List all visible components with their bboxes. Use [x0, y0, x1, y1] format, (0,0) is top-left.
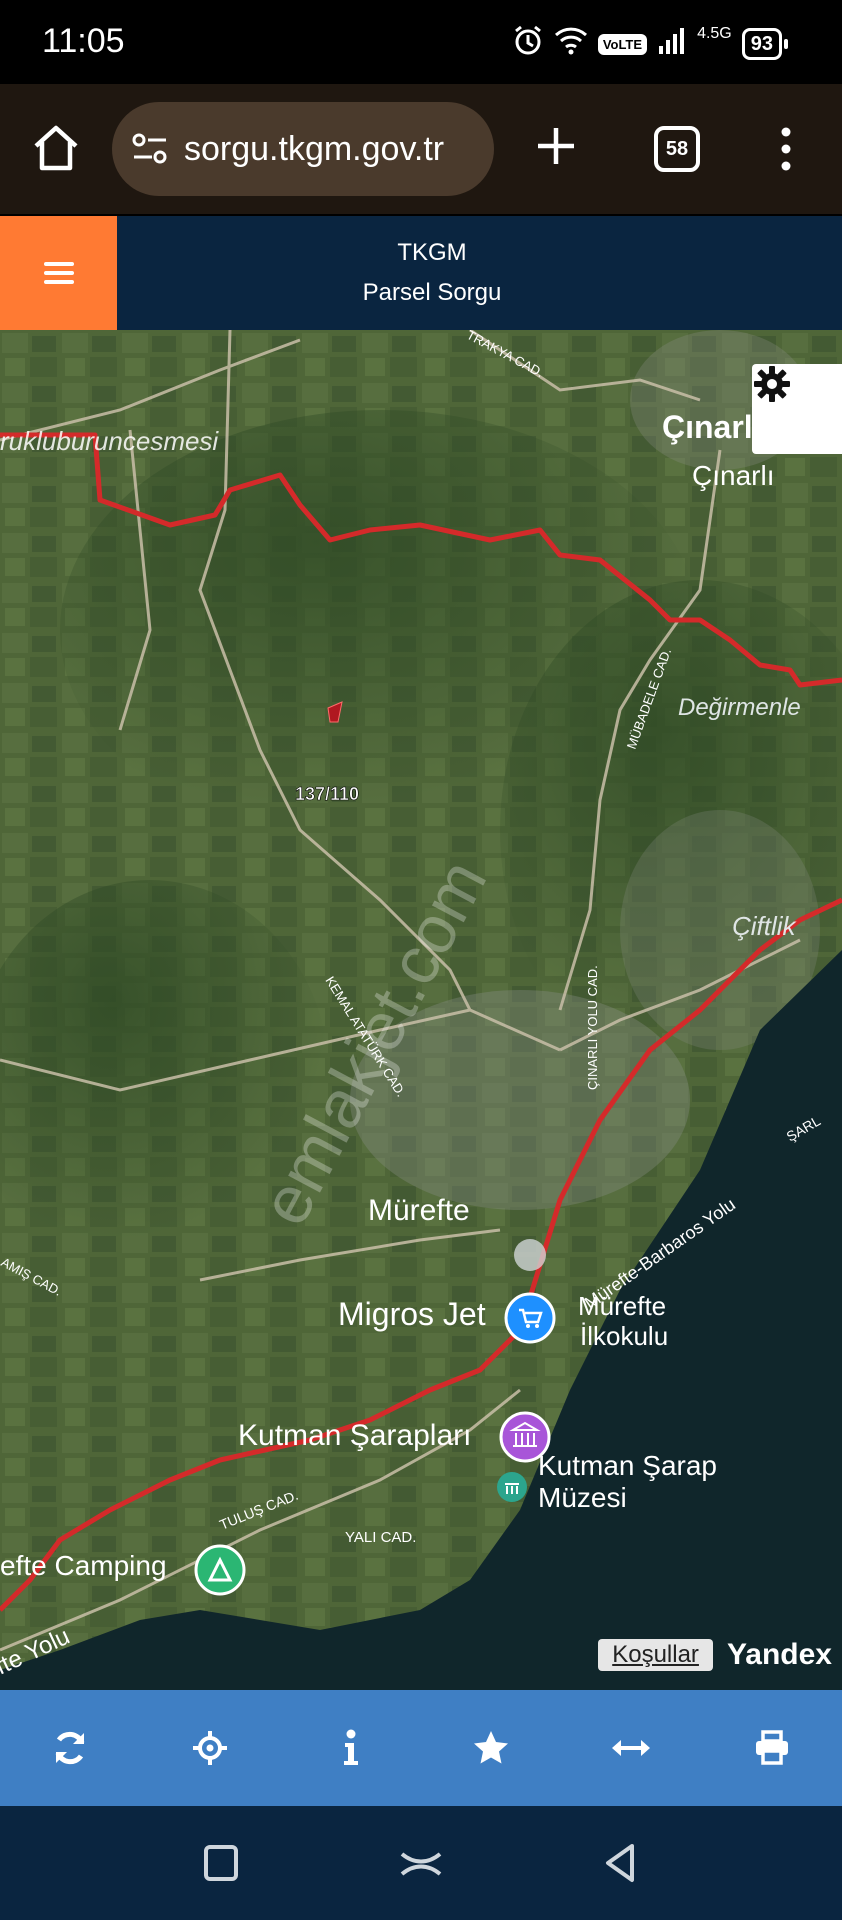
label-murefte: Mürefte — [368, 1194, 470, 1227]
label-ilkokulu-2: İlkokulu — [580, 1321, 668, 1351]
app-title: TKGM Parsel Sorgu — [117, 216, 747, 330]
back-icon[interactable] — [596, 1838, 646, 1888]
poi-camping-pin[interactable] — [194, 1544, 246, 1596]
alarm-icon — [512, 24, 544, 64]
hamburger-icon[interactable] — [0, 216, 117, 330]
provider-logo[interactable]: Yandex — [727, 1638, 832, 1672]
poi-museum-pin[interactable] — [499, 1411, 551, 1463]
label-cinarli-top: Çınarl — [662, 409, 753, 445]
tab-switcher-button[interactable]: 58 — [654, 126, 700, 172]
network-type: 4.5G — [697, 25, 732, 42]
measure-icon[interactable] — [596, 1713, 666, 1783]
battery-indicator: 93 — [741, 28, 789, 60]
address-bar[interactable]: sorgu.tkgm.gov.tr — [112, 102, 494, 196]
status-icons: VoLTE 4.5G 93 — [512, 24, 789, 64]
map-attribution: Koşullar Yandex — [598, 1638, 832, 1672]
browser-toolbar: sorgu.tkgm.gov.tr 58 — [0, 84, 842, 214]
poi-migros-pin[interactable] — [504, 1292, 556, 1344]
terms-link[interactable]: Koşullar — [598, 1639, 713, 1671]
label-parcel: 137/110 — [295, 784, 359, 804]
recents-icon[interactable] — [196, 1838, 246, 1888]
label-burunkucesmesi: rukluburuncesmesi — [0, 426, 219, 456]
poi-museum-icon[interactable] — [497, 1472, 527, 1502]
label-cinarli-yolu: ÇINARLI YOLU CAD. — [585, 965, 600, 1090]
map-toolbar — [0, 1690, 842, 1806]
url-text: sorgu.tkgm.gov.tr — [184, 129, 445, 168]
map-view[interactable]: rukluburuncesmesi TRAKYA CAD. Çınarl Çın… — [0, 330, 842, 1690]
plus-icon[interactable] — [530, 120, 582, 172]
label-kutman-muze-1: Kutman Şarap — [538, 1450, 717, 1481]
satellite-map[interactable]: rukluburuncesmesi TRAKYA CAD. Çınarl Çın… — [0, 330, 842, 1690]
locate-icon[interactable] — [175, 1713, 245, 1783]
poi-school-icon[interactable] — [514, 1239, 546, 1271]
status-time: 11:05 — [42, 22, 125, 60]
home-gesture-icon[interactable] — [396, 1838, 446, 1888]
label-kutman: Kutman Şarapları — [238, 1419, 471, 1452]
label-migros: Migros Jet — [338, 1296, 486, 1332]
volte-badge: VoLTE — [597, 33, 648, 55]
label-degirmenler: Değirmenle — [678, 694, 801, 721]
home-icon[interactable] — [28, 120, 84, 176]
info-icon[interactable] — [316, 1713, 386, 1783]
refresh-icon[interactable] — [35, 1713, 105, 1783]
app-header: TKGM Parsel Sorgu — [0, 216, 842, 330]
wifi-icon — [554, 25, 588, 63]
label-yali: YALI CAD. — [345, 1529, 416, 1546]
label-kutman-muze-2: Müzesi — [538, 1482, 627, 1513]
label-camping: efte Camping — [0, 1550, 167, 1581]
star-icon[interactable] — [456, 1713, 526, 1783]
signal-icon — [657, 26, 687, 62]
print-icon[interactable] — [737, 1713, 807, 1783]
more-vert-icon[interactable] — [772, 124, 800, 174]
status-bar: 11:05 VoLTE 4.5G 93 — [0, 0, 842, 84]
label-cinarli: Çınarlı — [692, 460, 774, 491]
site-settings-icon[interactable] — [130, 129, 170, 169]
system-nav-bar — [0, 1806, 842, 1920]
gear-icon[interactable] — [752, 364, 842, 454]
label-ciftlik: Çiftlik — [732, 911, 798, 941]
page-title: Parsel Sorgu — [362, 279, 502, 306]
org-name: TKGM — [397, 239, 467, 266]
